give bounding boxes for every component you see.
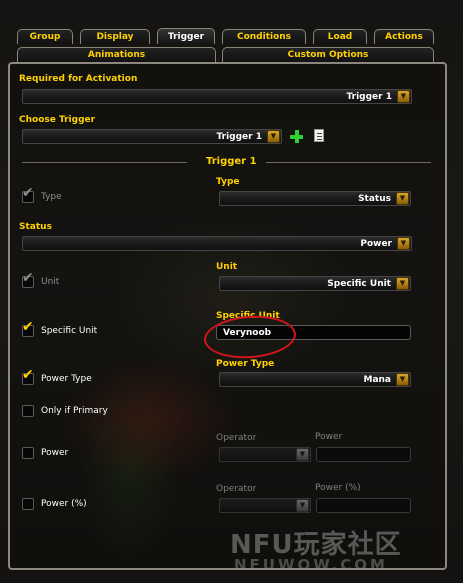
- power-checkbox[interactable]: [22, 447, 34, 459]
- tab-trigger[interactable]: Trigger: [157, 28, 215, 44]
- tab-actions[interactable]: Actions: [374, 29, 434, 44]
- power-checkbox-label: Power: [41, 448, 69, 458]
- dropdown-arrow-icon[interactable]: ▼: [396, 373, 409, 386]
- power-percent-checkbox-label: Power (%): [41, 499, 87, 509]
- section-divider-right: [266, 162, 431, 163]
- tab-animations[interactable]: Animations: [17, 47, 216, 62]
- required-for-activation-dropdown[interactable]: Trigger 1 ▼: [22, 89, 412, 104]
- tab-label: Actions: [385, 32, 423, 42]
- choose-trigger-label: Choose Trigger: [19, 115, 96, 125]
- power-percent-value-label: Power (%): [315, 483, 361, 493]
- status-label: Status: [19, 222, 52, 232]
- tab-conditions[interactable]: Conditions: [222, 29, 306, 44]
- dropdown-value: Trigger 1: [346, 91, 393, 102]
- dropdown-value: Trigger 1: [216, 131, 263, 142]
- tab-load[interactable]: Load: [313, 29, 367, 44]
- document-icon[interactable]: [314, 129, 324, 142]
- power-percent-operator-dropdown[interactable]: ▼: [219, 498, 311, 513]
- tab-label: Custom Options: [287, 50, 369, 60]
- type-checkbox-label: Type: [41, 192, 62, 202]
- required-for-activation-label: Required for Activation: [19, 74, 138, 84]
- choose-trigger-dropdown[interactable]: Trigger 1 ▼: [22, 129, 282, 144]
- type-dropdown[interactable]: Status ▼: [219, 191, 411, 206]
- unit-dropdown-label: Unit: [216, 262, 238, 272]
- tab-label: Display: [96, 32, 134, 42]
- type-dropdown-label: Type: [216, 177, 240, 187]
- dropdown-value: Status: [358, 193, 391, 204]
- power-percent-operator-label: Operator: [216, 484, 257, 494]
- tab-label: Conditions: [236, 32, 292, 42]
- specific-unit-checkbox-label: Specific Unit: [41, 326, 98, 336]
- power-type-checkbox[interactable]: ✔: [22, 368, 34, 385]
- dropdown-arrow-icon[interactable]: ▼: [397, 237, 410, 250]
- checkmark-icon: ✔: [22, 319, 34, 335]
- tab-label: Trigger: [167, 31, 205, 42]
- only-if-primary-checkbox[interactable]: [22, 405, 34, 417]
- dropdown-value: Mana: [363, 374, 391, 385]
- tab-label: Animations: [87, 50, 146, 60]
- watermark-url: NFUWOW.COM: [234, 556, 388, 574]
- unit-checkbox-label: Unit: [41, 277, 60, 287]
- dropdown-value: Specific Unit: [327, 278, 391, 289]
- plus-icon[interactable]: [290, 130, 303, 143]
- power-percent-checkbox[interactable]: [22, 498, 34, 510]
- tab-label: Load: [327, 32, 353, 42]
- dropdown-arrow-icon[interactable]: ▼: [396, 192, 409, 205]
- checkmark-icon: ✔: [22, 185, 34, 201]
- power-type-dropdown-label: Power Type: [216, 359, 275, 369]
- section-divider-left: [22, 162, 187, 163]
- tab-display[interactable]: Display: [80, 29, 150, 44]
- tab-group[interactable]: Group: [17, 29, 73, 44]
- power-type-dropdown[interactable]: Mana ▼: [219, 372, 411, 387]
- specific-unit-checkbox[interactable]: ✔: [22, 320, 34, 337]
- dropdown-arrow-icon[interactable]: ▼: [397, 90, 410, 103]
- tab-label: Group: [29, 32, 61, 42]
- unit-checkbox[interactable]: ✔: [22, 271, 34, 288]
- section-title: Trigger 1: [206, 156, 257, 167]
- power-type-checkbox-label: Power Type: [41, 374, 92, 384]
- dropdown-arrow-icon[interactable]: ▼: [267, 130, 280, 143]
- power-value-input[interactable]: [316, 447, 411, 462]
- dropdown-value: Power: [360, 238, 392, 249]
- dropdown-arrow-icon[interactable]: ▼: [396, 277, 409, 290]
- dropdown-arrow-icon[interactable]: ▼: [296, 499, 309, 512]
- power-value-label: Power: [315, 432, 343, 442]
- power-operator-label: Operator: [216, 433, 257, 443]
- checkmark-icon: ✔: [22, 367, 34, 383]
- type-checkbox[interactable]: ✔: [22, 186, 34, 203]
- tab-custom-options[interactable]: Custom Options: [222, 47, 434, 62]
- power-percent-value-input[interactable]: [316, 498, 411, 513]
- checkmark-icon: ✔: [22, 270, 34, 286]
- dropdown-arrow-icon[interactable]: ▼: [296, 448, 309, 461]
- unit-dropdown[interactable]: Specific Unit ▼: [219, 276, 411, 291]
- only-if-primary-label: Only if Primary: [41, 406, 108, 416]
- status-dropdown[interactable]: Power ▼: [22, 236, 412, 251]
- power-operator-dropdown[interactable]: ▼: [219, 447, 311, 462]
